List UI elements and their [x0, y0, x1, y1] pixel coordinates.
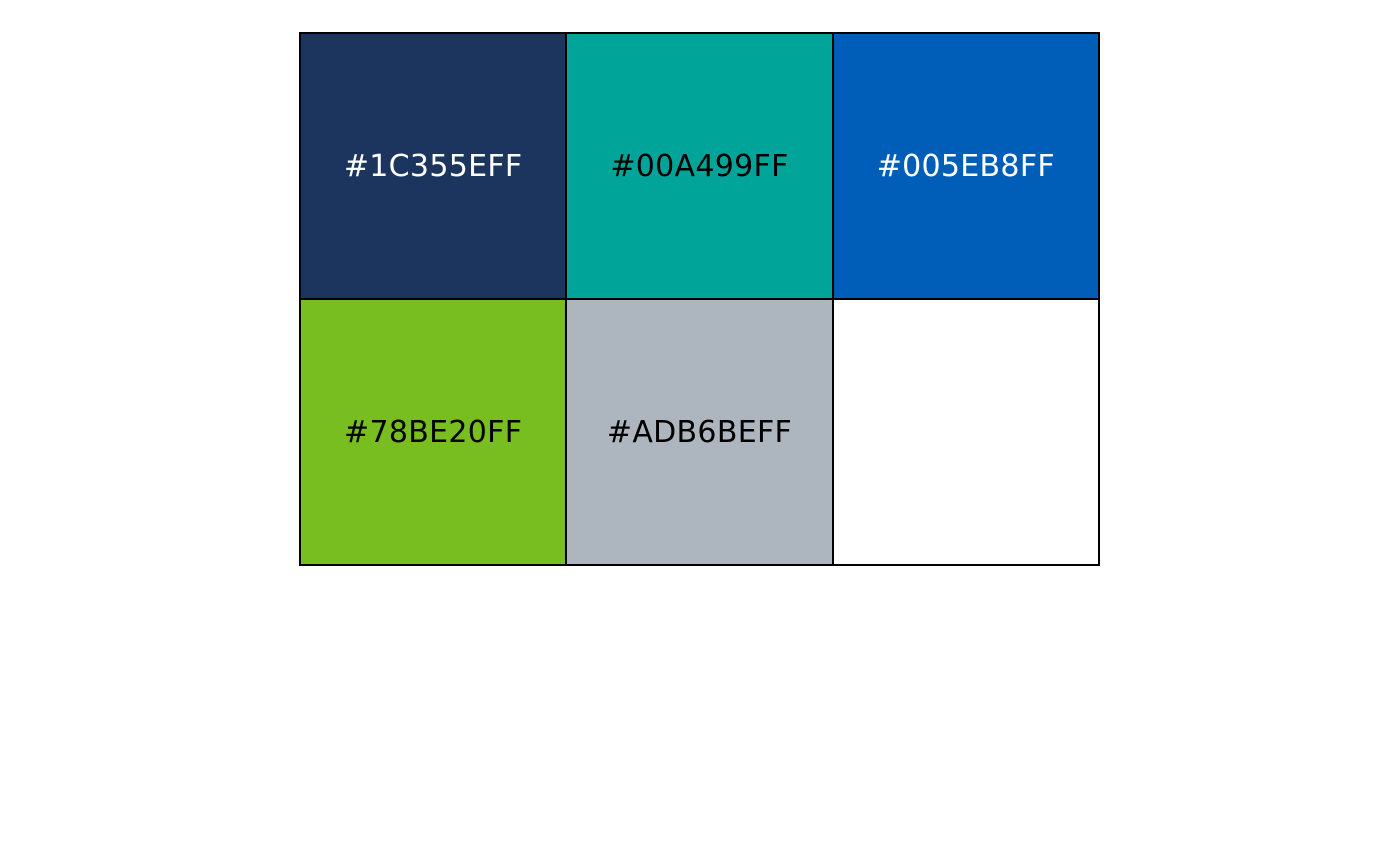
swatch-label: #005EB8FF [876, 148, 1055, 184]
swatch-3: #005EB8FF [833, 34, 1100, 300]
swatch-1: #1C355EFF [301, 34, 568, 300]
swatch-label: #00A499FF [610, 148, 789, 184]
swatch-label: #1C355EFF [343, 148, 523, 184]
swatch-2: #00A499FF [567, 34, 834, 300]
color-palette-grid: #1C355EFF #00A499FF #005EB8FF #78BE20FF … [299, 32, 1100, 566]
swatch-label: #78BE20FF [344, 414, 523, 450]
swatch-4: #78BE20FF [301, 300, 568, 566]
swatch-empty [833, 300, 1100, 566]
swatch-label: #ADB6BEFF [606, 414, 793, 450]
swatch-5: #ADB6BEFF [567, 300, 834, 566]
